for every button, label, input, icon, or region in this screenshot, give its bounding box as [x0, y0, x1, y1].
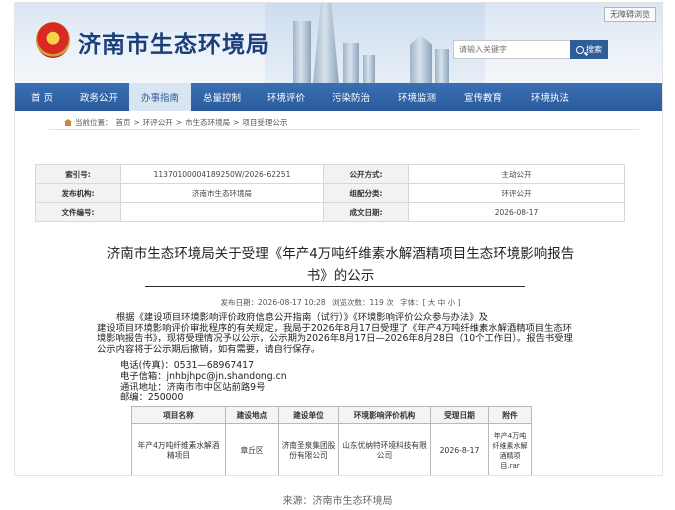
view-count: 浏览次数：119 次 [332, 298, 394, 307]
site-title: 济南市生态环境局 [78, 32, 270, 58]
skyline-building [435, 49, 449, 83]
cell-accept-date: 2026-8-17 [430, 423, 489, 475]
skyline-building [410, 35, 432, 83]
nav-item-home[interactable]: 首 页 [15, 83, 69, 111]
info-value: 2026-08-17 [408, 202, 625, 222]
nav-item-publicity[interactable]: 宣传教育 [451, 83, 515, 111]
search-icon [576, 45, 584, 54]
column-header: 附件 [488, 406, 532, 424]
nav-item-gov-affairs[interactable]: 政务公开 [69, 83, 129, 111]
breadcrumb-divider [49, 129, 639, 130]
contact-email: 电子信箱：jnhbjhpc@jn.shandong.cn [120, 370, 287, 382]
nav-item-total-control[interactable]: 总量控制 [191, 83, 253, 111]
breadcrumb-item-eia[interactable]: 环评公开 [143, 117, 173, 128]
main-nav: 首 页 政务公开 办事指南 总量控制 环境评价 污染防治 环境监测 宣传教育 环… [15, 83, 662, 111]
font-size-switcher[interactable]: 字体：[ 大 中 小 ] [400, 298, 460, 307]
table-header-row: 项目名称 建设地点 建设单位 环境影响评价机构 受理日期 附件 [131, 406, 532, 424]
breadcrumb-prefix: 当前位置： [75, 118, 113, 127]
breadcrumb: 当前位置： 首页 > 环评公开 > 市生态环境局 > 项目受理公示 [64, 117, 287, 128]
webpage: 济南市生态环境局 无障碍浏览 搜索 首 页 政务公开 办事指南 总量控制 环境评… [14, 2, 663, 476]
info-label: 索引号: [35, 164, 121, 184]
skyline-building [293, 21, 311, 83]
info-value: 主动公开 [408, 164, 625, 184]
article-title: 济南市生态环境局关于受理《年产4万吨纤维素水解酒精项目生态环境影响报告 书》的公… [49, 243, 632, 287]
cell-eia-agency: 山东优纳特环境科技有限公司 [338, 423, 431, 475]
table-row: 发布机构: 济南市生态环境局 组配分类: 环评公开 [35, 183, 625, 203]
info-label: 公开方式: [323, 164, 409, 184]
project-table: 项目名称 建设地点 建设单位 环境影响评价机构 受理日期 附件 年产4万吨纤维素… [131, 406, 532, 475]
info-value: 济南市生态环境局 [120, 183, 324, 203]
barrier-free-button[interactable]: 无障碍浏览 [604, 7, 656, 22]
info-label: 成文日期: [323, 202, 409, 222]
breadcrumb-item-bureau[interactable]: 市生态环境局 [185, 117, 230, 128]
breadcrumb-item-home[interactable]: 首页 [116, 117, 131, 128]
info-value [120, 202, 324, 222]
info-label: 文件编号: [35, 202, 121, 222]
column-header: 建设单位 [278, 406, 339, 424]
info-label: 发布机构: [35, 183, 121, 203]
contact-postcode: 邮编：250000 [120, 392, 184, 404]
body-paragraph-start: 根据《建设项目环境影响评价政府信息公开指南（试行）》《环境影响评价公众参与办法》… [116, 312, 488, 323]
cell-location: 章丘区 [225, 423, 279, 475]
nav-item-env-assessment[interactable]: 环境评价 [253, 83, 319, 111]
site-header: 济南市生态环境局 无障碍浏览 搜索 [15, 3, 662, 83]
body-paragraph-rest: 建设项目环境影响评价审批程序的有关规定，我局于2026年8月17日受理了《年产4… [97, 322, 573, 355]
publish-date: 发布日期：2026-08-17 10:28 [220, 298, 326, 307]
national-emblem-icon [36, 22, 70, 58]
column-header: 受理日期 [430, 406, 489, 424]
nav-item-guide[interactable]: 办事指南 [129, 83, 191, 111]
skyline-building [363, 55, 375, 83]
article-meta: 发布日期：2026-08-17 10:28 浏览次数：119 次 字体：[ 大 … [49, 297, 632, 308]
attachment-link[interactable]: 年产4万吨纤维素水解酒精项目.rar [488, 423, 532, 475]
image-caption: 来源：济南市生态环境局 [282, 496, 393, 507]
skyline-building [343, 43, 359, 83]
breadcrumb-separator: > [133, 118, 140, 127]
info-value: 11370100004189250W/2026-62251 [120, 164, 324, 184]
nav-item-pollution-control[interactable]: 污染防治 [319, 83, 383, 111]
document-info-table: 索引号: 11370100004189250W/2026-62251 公开方式:… [35, 164, 625, 222]
breadcrumb-separator: > [175, 118, 183, 127]
breadcrumb-separator: > [233, 118, 240, 127]
table-row: 文件编号: 成文日期: 2026-08-17 [35, 202, 625, 222]
breadcrumb-item-current: 项目受理公示 [242, 118, 288, 127]
article-body: 根据《建设项目环境影响评价政府信息公开指南（试行）》《环境影响评价公众参与办法》… [97, 312, 575, 355]
search-button-label: 搜索 [586, 45, 602, 54]
contact-info: 电话(传真)：0531—68967417 电子信箱：jnhbjhpc@jn.sh… [120, 360, 287, 404]
column-header: 建设地点 [225, 406, 279, 424]
title-divider [145, 286, 525, 287]
article-title-line: 书》的公示 [306, 268, 375, 284]
nav-item-env-monitoring[interactable]: 环境监测 [383, 83, 451, 111]
cell-project-name: 年产4万吨纤维素水解酒精项目 [131, 423, 226, 475]
screenshot-frame: 济南市生态环境局 无障碍浏览 搜索 首 页 政务公开 办事指南 总量控制 环境评… [0, 0, 675, 510]
search-button[interactable]: 搜索 [570, 40, 608, 59]
column-header: 环境影响评价机构 [338, 406, 431, 424]
table-row: 索引号: 11370100004189250W/2026-62251 公开方式:… [35, 164, 625, 184]
column-header: 项目名称 [131, 406, 226, 424]
search-input[interactable] [453, 40, 573, 59]
home-icon [64, 119, 72, 126]
table-row: 年产4万吨纤维素水解酒精项目 章丘区 济南圣泉集团股份有限公司 山东优纳特环境科… [131, 423, 532, 475]
article-title-line: 济南市生态环境局关于受理《年产4万吨纤维素水解酒精项目生态环境影响报告 [106, 246, 575, 262]
info-value: 环评公开 [408, 183, 625, 203]
nav-item-enforcement[interactable]: 环境执法 [515, 83, 585, 111]
info-label: 组配分类: [323, 183, 409, 203]
cell-builder: 济南圣泉集团股份有限公司 [278, 423, 339, 475]
